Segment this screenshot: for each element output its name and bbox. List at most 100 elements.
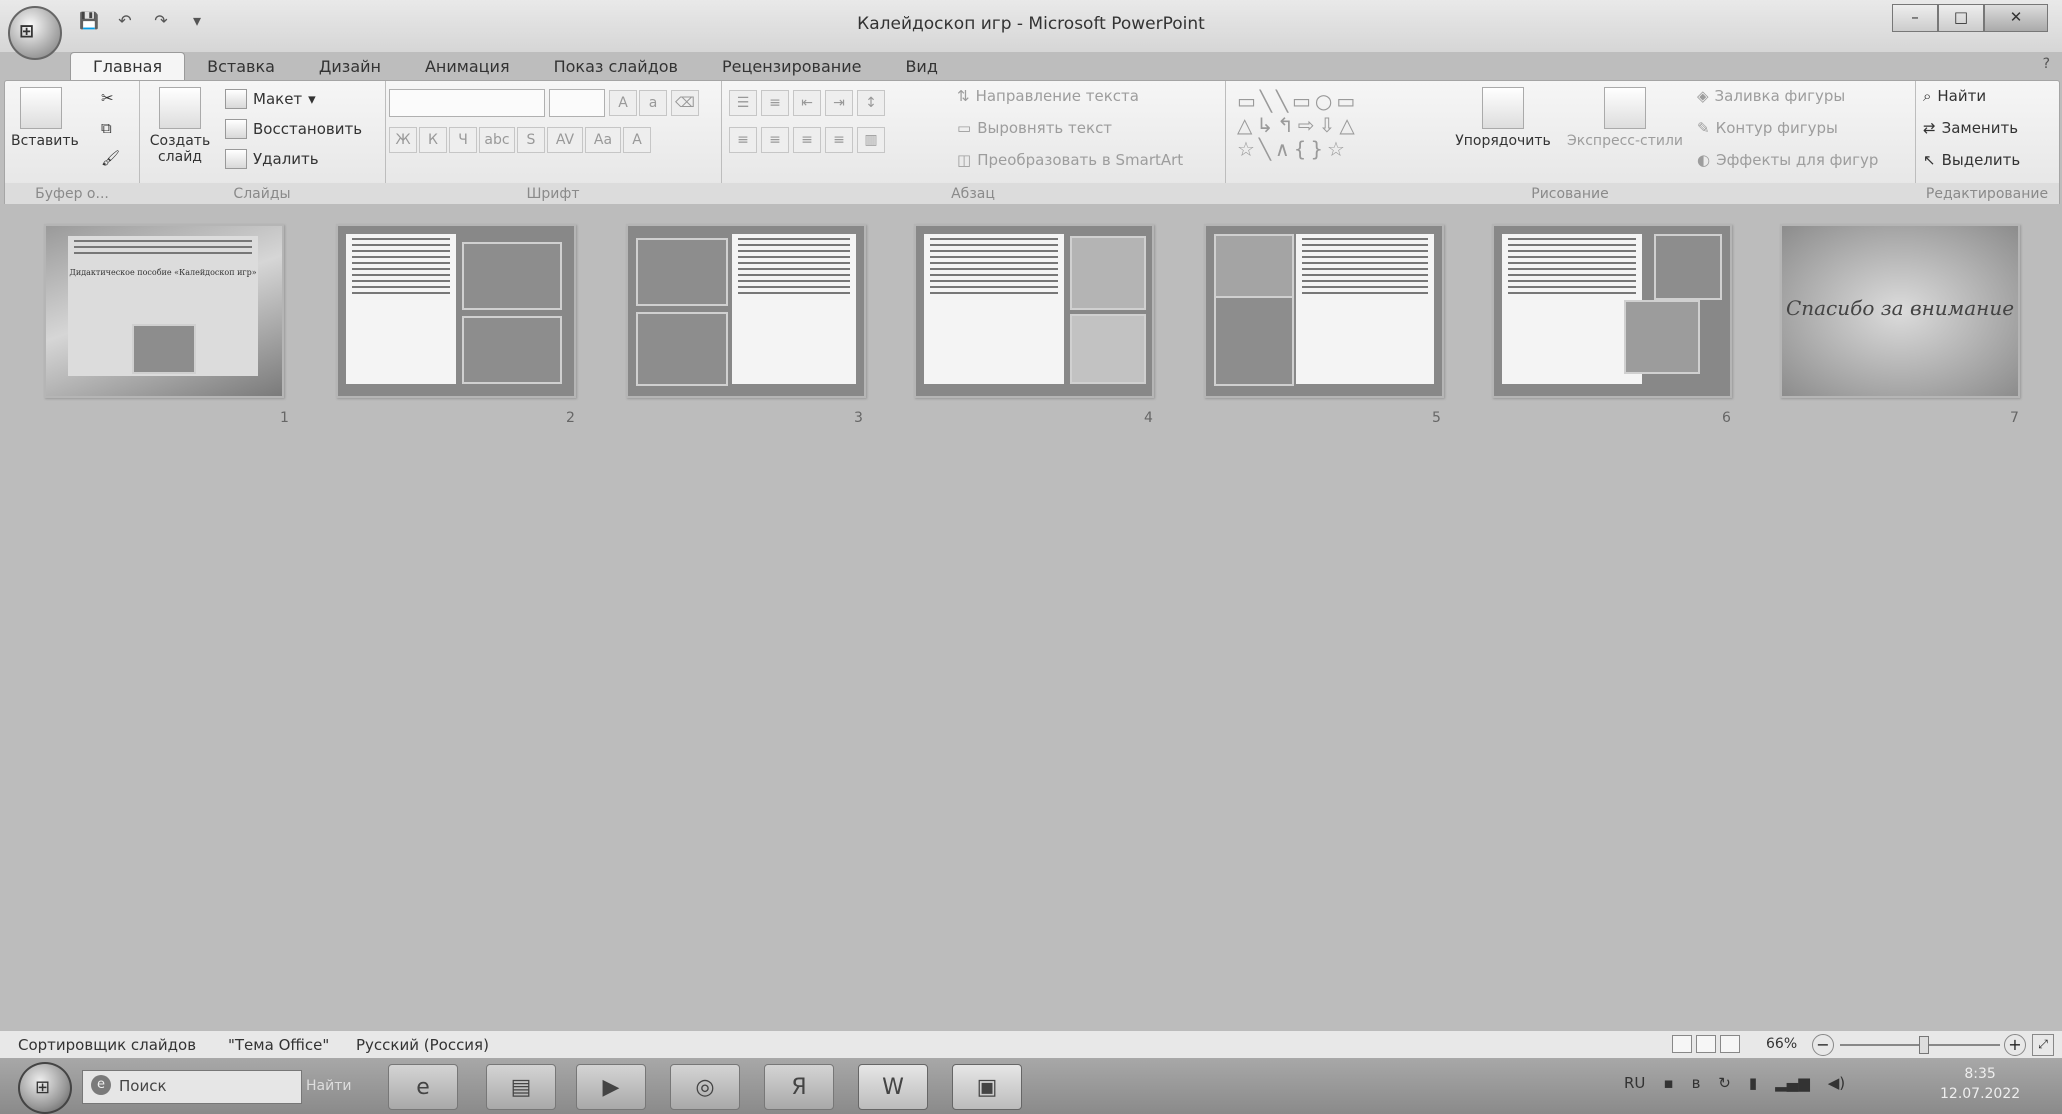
media-player-icon[interactable]: ▶ (576, 1064, 646, 1110)
align-text-icon: ▭ (957, 119, 972, 137)
italic-button[interactable]: К (419, 127, 447, 153)
bluetooth-icon[interactable]: ʙ (1692, 1074, 1701, 1092)
shape-effects-button[interactable]: ◐ Эффекты для фигур (1697, 151, 1878, 169)
slideshow-view-icon[interactable] (1720, 1035, 1740, 1053)
reset-button[interactable]: Восстановить (225, 119, 362, 139)
start-button[interactable]: ⊞ (18, 1062, 72, 1114)
align-center-icon[interactable]: ≡ (761, 127, 789, 153)
slide-thumbnail-4[interactable] (914, 224, 1154, 398)
word-icon[interactable]: W (858, 1064, 928, 1110)
clock[interactable]: 8:35 12.07.2022 (1940, 1064, 2020, 1104)
justify-icon[interactable]: ≡ (825, 127, 853, 153)
chrome-icon[interactable]: ◎ (670, 1064, 740, 1110)
grow-font-icon[interactable]: A (609, 90, 637, 116)
network-icon[interactable]: ▪ (1663, 1074, 1673, 1092)
normal-view-icon[interactable] (1672, 1035, 1692, 1053)
text-direction-button[interactable]: ⇅ Направление текста (957, 87, 1139, 105)
change-case-button[interactable]: Aa (585, 127, 621, 153)
layout-button[interactable]: Макет ▾ (225, 89, 316, 109)
align-text-button[interactable]: ▭ Выровнять текст (957, 119, 1112, 137)
tab-view[interactable]: Вид (883, 53, 959, 82)
yandex-icon[interactable]: Я (764, 1064, 834, 1110)
find-label: Найти (1937, 87, 1987, 105)
system-tray: RU ▪ ʙ ↻ ▮ ▂▄▆ ◀) (1624, 1074, 1845, 1092)
bullets-icon[interactable]: ☰ (729, 90, 757, 116)
language-indicator[interactable]: RU (1624, 1074, 1645, 1092)
font-color-button[interactable]: A (623, 127, 651, 153)
close-button[interactable]: ✕ (1984, 4, 2048, 32)
maximize-button[interactable]: □ (1938, 4, 1984, 32)
slide-thumbnail-2[interactable] (336, 224, 576, 398)
shape-fill-label: Заливка фигуры (1714, 87, 1846, 105)
tab-review[interactable]: Рецензирование (700, 53, 883, 82)
tab-slideshow[interactable]: Показ слайдов (532, 53, 700, 82)
slide-4-photo-bottom (1070, 314, 1146, 384)
zoom-level[interactable]: 66% (1766, 1036, 1797, 1052)
volume-icon[interactable]: ◀) (1828, 1074, 1845, 1092)
zoom-in-icon[interactable]: + (2004, 1034, 2026, 1056)
convert-smartart-label: Преобразовать в SmartArt (977, 151, 1184, 169)
cut-icon[interactable]: ✂ (101, 89, 114, 107)
shape-outline-button[interactable]: ✎ Контур фигуры (1697, 119, 1838, 137)
fit-to-window-icon[interactable]: ⤢ (2032, 1034, 2054, 1056)
tab-design[interactable]: Дизайн (297, 53, 403, 82)
arrange-button[interactable]: Упорядочить (1443, 87, 1563, 149)
tab-insert[interactable]: Вставка (185, 53, 297, 82)
slide-thumbnail-1[interactable]: Дидактическое пособие «Калейдоскоп игр» (44, 224, 284, 398)
font-size-select[interactable] (549, 89, 605, 117)
align-left-icon[interactable]: ≡ (729, 127, 757, 153)
clock-date: 12.07.2022 (1940, 1086, 2021, 1102)
language-status[interactable]: Русский (Россия) (356, 1036, 489, 1054)
convert-smartart-button[interactable]: ◫ Преобразовать в SmartArt (957, 151, 1183, 169)
minimize-button[interactable]: – (1892, 4, 1938, 32)
numbering-icon[interactable]: ≡ (761, 90, 789, 116)
tab-home[interactable]: Главная (70, 52, 186, 82)
columns-icon[interactable]: ▥ (857, 127, 885, 153)
char-spacing-button[interactable]: AV (547, 127, 583, 153)
slide-thumbnail-7[interactable]: Спасибо за внимание (1780, 224, 2020, 398)
help-icon[interactable]: ? (2043, 56, 2050, 72)
shrink-font-icon[interactable]: a (639, 90, 667, 116)
tab-animation[interactable]: Анимация (403, 53, 532, 82)
copy-icon[interactable]: ⧉ (101, 119, 112, 137)
paste-button[interactable]: Вставить (11, 87, 79, 149)
decrease-indent-icon[interactable]: ⇤ (793, 90, 821, 116)
shadow-button[interactable]: S (517, 127, 545, 153)
shape-outline-label: Контур фигуры (1715, 119, 1838, 137)
bold-button[interactable]: Ж (389, 127, 417, 153)
replace-button[interactable]: ⇄ Заменить (1923, 119, 2018, 137)
effects-icon: ◐ (1697, 151, 1711, 169)
signal-icon[interactable]: ▂▄▆ (1775, 1074, 1810, 1092)
new-slide-button[interactable]: Создать слайд (145, 87, 215, 165)
slide-4-photo-top (1070, 236, 1146, 310)
select-button[interactable]: ↖ Выделить (1923, 151, 2020, 169)
slide-number: 1 (280, 410, 289, 426)
line-spacing-icon[interactable]: ↕ (857, 90, 885, 116)
underline-button[interactable]: Ч (449, 127, 477, 153)
shapes-gallery[interactable]: ▭╲╲▭○▭ △↳↰⇨⇩△ ☆╲∧{}☆ (1237, 89, 1359, 161)
increase-indent-icon[interactable]: ⇥ (825, 90, 853, 116)
clear-format-icon[interactable]: ⌫ (671, 90, 699, 116)
powerpoint-icon[interactable]: ▣ (952, 1064, 1022, 1110)
zoom-slider-handle[interactable] (1919, 1036, 1930, 1054)
ie-icon[interactable]: e (388, 1064, 458, 1110)
font-name-select[interactable] (389, 89, 545, 117)
search-button[interactable]: Найти (306, 1078, 351, 1094)
explorer-icon[interactable]: ▤ (486, 1064, 556, 1110)
align-right-icon[interactable]: ≡ (793, 127, 821, 153)
find-button[interactable]: ⌕ Найти (1923, 87, 1986, 105)
office-button[interactable]: ⊞ (8, 6, 62, 60)
strikethrough-button[interactable]: abc (479, 127, 515, 153)
format-painter-icon[interactable]: 🖌 (101, 149, 120, 167)
slide-sorter-view-icon[interactable] (1696, 1035, 1716, 1053)
shape-fill-button[interactable]: ◈ Заливка фигуры (1697, 87, 1845, 105)
slide-thumbnail-3[interactable] (626, 224, 866, 398)
slide-thumbnail-5[interactable] (1204, 224, 1444, 398)
slide-thumbnail-6[interactable] (1492, 224, 1732, 398)
safely-remove-icon[interactable]: ▮ (1749, 1074, 1757, 1092)
update-icon[interactable]: ↻ (1718, 1074, 1731, 1092)
search-input[interactable]: e Поиск (82, 1070, 302, 1104)
delete-slide-button[interactable]: Удалить (225, 149, 319, 169)
quick-styles-button[interactable]: Экспресс-стили (1563, 87, 1687, 149)
zoom-out-icon[interactable]: − (1812, 1034, 1834, 1056)
